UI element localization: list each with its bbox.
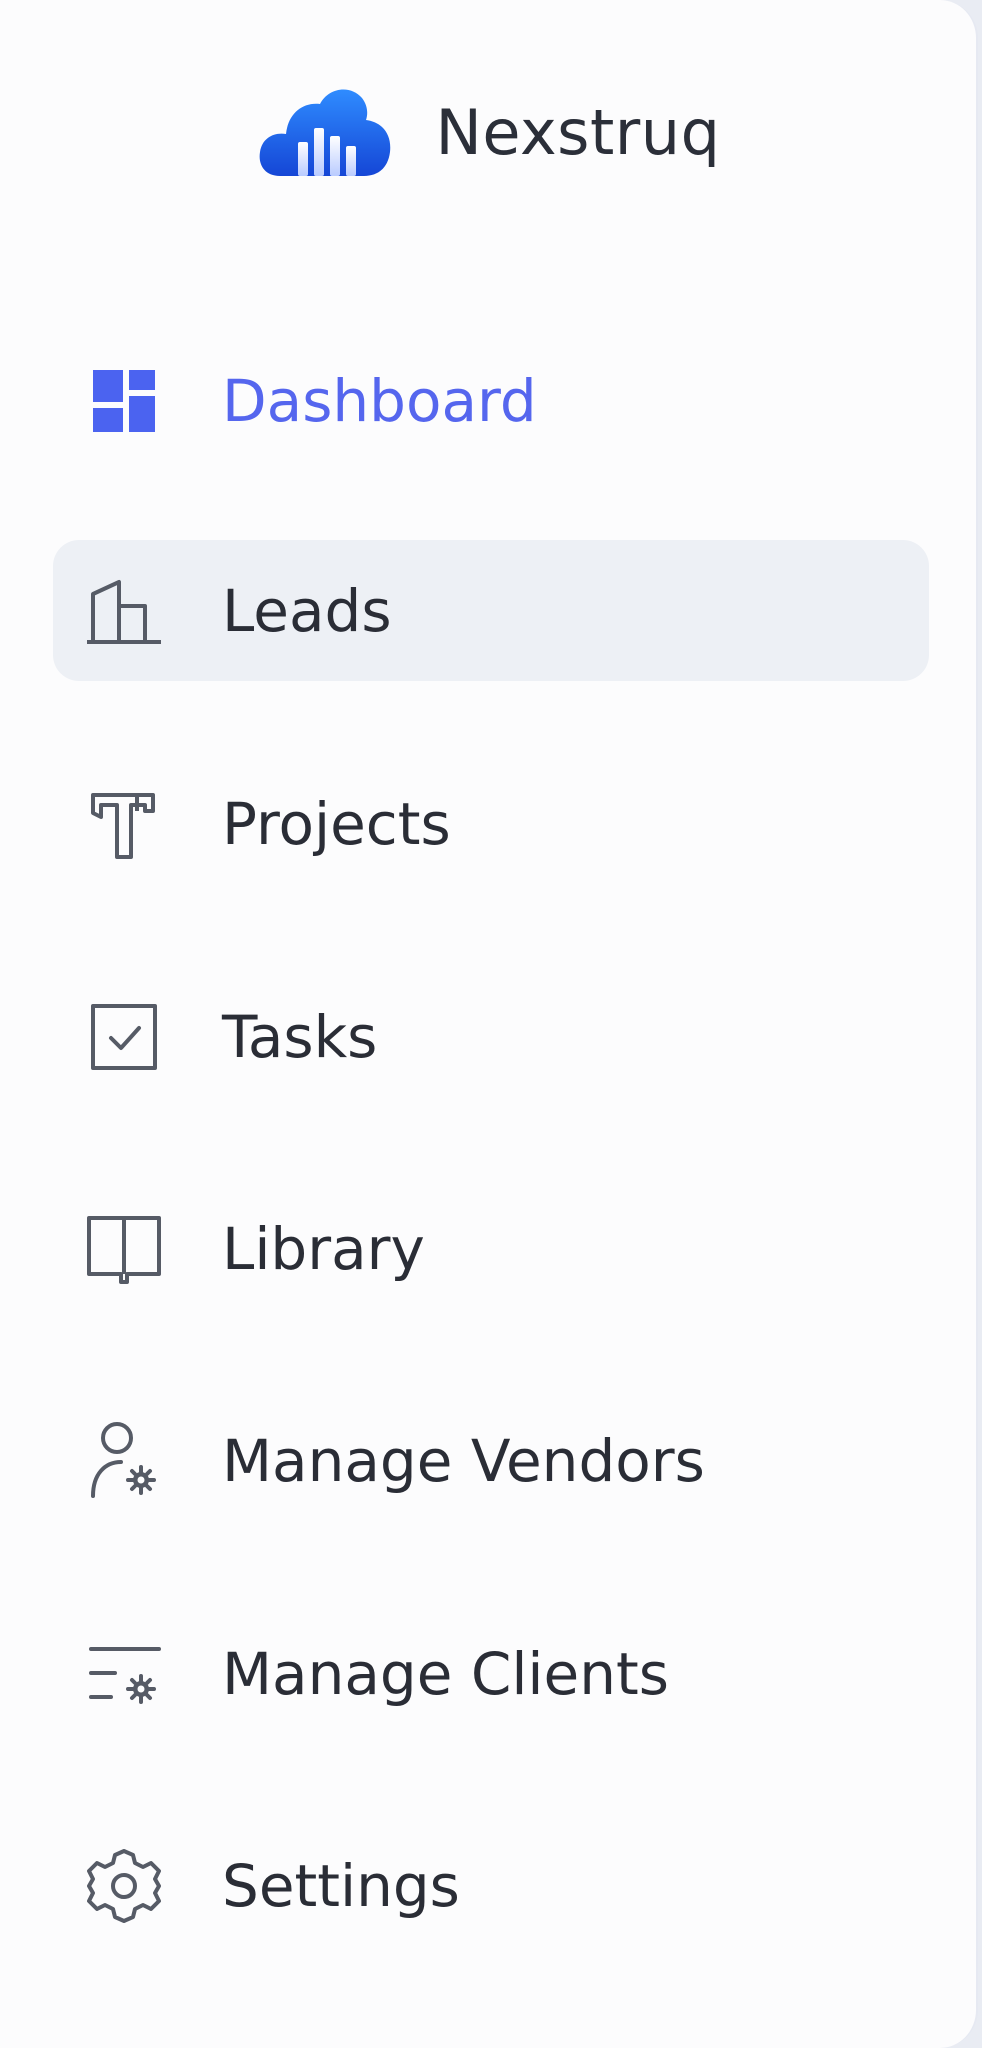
sidebar-item-manage-clients[interactable]: Manage Clients xyxy=(53,1603,929,1744)
user-gear-icon xyxy=(83,1420,165,1502)
gear-icon xyxy=(83,1845,165,1927)
sidebar-item-leads[interactable]: Leads xyxy=(53,540,929,681)
sidebar-item-label: Settings xyxy=(222,1851,460,1920)
cloud-logo-icon xyxy=(259,89,390,176)
sidebar-item-label: Leads xyxy=(222,576,392,645)
building-icon xyxy=(83,570,165,652)
book-icon xyxy=(83,1208,165,1290)
sidebar-item-label: Manage Clients xyxy=(222,1639,669,1708)
sidebar-item-tasks[interactable]: Tasks xyxy=(53,966,929,1107)
sidebar-item-label: Projects xyxy=(222,789,451,858)
sidebar-item-settings[interactable]: Settings xyxy=(53,1815,929,1956)
sidebar: Nexstruq Dashboard Leads Projects Tasks … xyxy=(0,0,978,2048)
sidebar-item-manage-vendors[interactable]: Manage Vendors xyxy=(53,1390,929,1531)
list-gear-icon xyxy=(83,1633,165,1715)
sidebar-item-label: Tasks xyxy=(222,1002,378,1071)
sidebar-item-label: Dashboard xyxy=(222,366,537,435)
dashboard-grid-icon xyxy=(83,360,165,442)
sidebar-item-label: Manage Vendors xyxy=(222,1426,705,1495)
hammer-icon xyxy=(83,783,165,865)
checkbox-icon xyxy=(83,996,165,1078)
brand-header[interactable]: Nexstruq xyxy=(0,72,978,192)
sidebar-item-dashboard[interactable]: Dashboard xyxy=(53,330,929,471)
sidebar-item-label: Library xyxy=(222,1214,425,1283)
brand-name: Nexstruq xyxy=(435,95,721,169)
sidebar-item-projects[interactable]: Projects xyxy=(53,753,929,894)
sidebar-item-library[interactable]: Library xyxy=(53,1178,929,1319)
